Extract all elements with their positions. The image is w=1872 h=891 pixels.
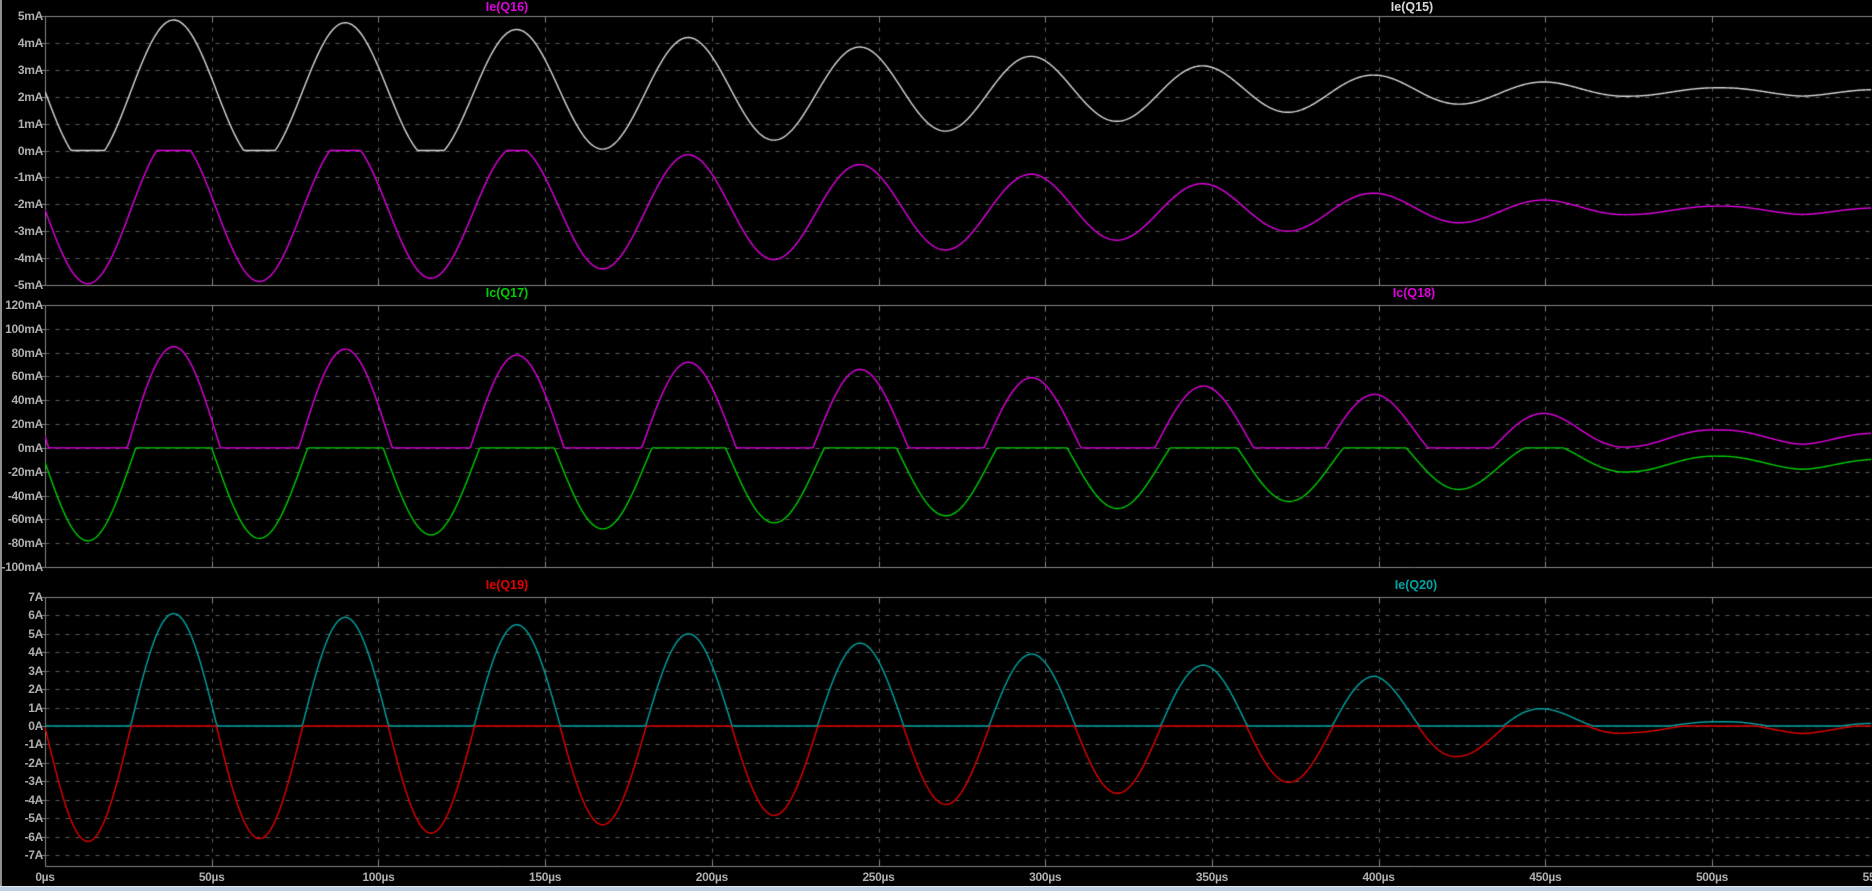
y-tick-label: 6A (28, 608, 43, 623)
y-tick-label: 40mA (11, 393, 44, 408)
y-tick-label: -5mA (14, 278, 43, 292)
y-tick-label: -60mA (7, 512, 43, 527)
y-tick-label: 3A (28, 663, 43, 678)
y-tick-label: -1mA (14, 170, 43, 185)
window-left-edge (0, 0, 2, 891)
y-tick-label: 0A (28, 719, 43, 733)
y-tick-label: -4A (24, 792, 44, 807)
y-axis-pane-1[interactable]: 5mA 4mA 3mA 2mA 1mA 0mA -1mA -2mA -3mA -4mA -5mA (0, 9, 44, 292)
x-tick-label: 0µs (35, 870, 55, 884)
y-axis-pane-2[interactable]: 120mA 100mA 80mA 60mA 40mA 20mA 0mA -20mA -40mA -… (0, 298, 44, 574)
y-tick-label: 7A (28, 590, 43, 604)
y-tick-label: 1A (28, 700, 43, 715)
y-tick-label: -40mA (7, 488, 43, 503)
y-tick-label: -4mA (14, 251, 43, 266)
trace-label-ic-q17[interactable]: Ic(Q17) (486, 286, 528, 300)
x-tick-label: 50µs (198, 870, 225, 884)
trace-label-ie-q16[interactable]: Ie(Q16) (486, 0, 528, 14)
trace-label-ic-q18[interactable]: Ic(Q18) (1393, 286, 1435, 300)
x-tick-label: 350µs (1195, 870, 1228, 884)
y-tick-label: 5A (28, 626, 43, 641)
x-tick-label: 100µs (362, 870, 395, 884)
y-tick-label: -2mA (14, 197, 43, 212)
y-tick-label: 100mA (5, 321, 43, 336)
x-tick-label: 300µs (1029, 870, 1062, 884)
y-tick-label: 80mA (11, 345, 44, 360)
y-tick-label: -80mA (7, 536, 43, 551)
y-tick-label: -1A (24, 737, 44, 752)
trace-label-ie-q19[interactable]: Ie(Q19) (486, 578, 528, 592)
y-tick-label: -7A (24, 848, 44, 862)
trace-label-ie-q20[interactable]: Ie(Q20) (1395, 578, 1437, 592)
y-tick-label: -3A (24, 774, 44, 789)
x-tick-label: 400µs (1362, 870, 1395, 884)
y-tick-label: -20mA (7, 464, 43, 479)
x-tick-label: 500µs (1695, 870, 1729, 884)
y-tick-label: 1mA (17, 116, 43, 131)
y-tick-label: 4mA (17, 35, 43, 50)
x-tick-label: 250µs (862, 870, 895, 884)
y-tick-label: 20mA (11, 417, 44, 432)
y-tick-label: 60mA (11, 369, 44, 384)
y-tick-label: 2A (28, 682, 43, 697)
x-tick-label: 150µs (529, 870, 562, 884)
y-axis-pane-3[interactable]: 7A 6A 5A 4A 3A 2A 1A 0A -1A -2A -3A -4A -5A -6A -7A (0, 590, 44, 866)
y-tick-label: 2mA (17, 89, 43, 104)
y-tick-label: -5A (24, 811, 44, 826)
x-axis[interactable]: 0µs 50µs 100µs 150µs 200µs 250µs 300µs 350µs 400… (0, 868, 1872, 887)
window-bottom-strip (0, 886, 1872, 891)
y-tick-label: -6A (24, 829, 44, 844)
y-tick-label: 120mA (5, 298, 43, 312)
y-tick-label: -2A (24, 755, 44, 770)
y-tick-label: 0mA (17, 143, 43, 158)
y-tick-label: 0mA (17, 440, 43, 455)
y-tick-label: -3mA (14, 224, 43, 239)
y-tick-label: 3mA (17, 62, 43, 77)
y-tick-label: -100mA (1, 560, 43, 574)
ltspice-waveform-viewer: Ie(Q16) Ie(Q15) Ic(Q17) Ic(Q18) Ie(Q19) … (0, 0, 1872, 891)
x-tick-label: 200µs (695, 870, 728, 884)
trace-label-ie-q15[interactable]: Ie(Q15) (1391, 0, 1433, 14)
x-tick-label: 450µs (1529, 870, 1562, 884)
y-tick-label: 5mA (17, 9, 43, 23)
waveform-plot-canvas[interactable] (0, 0, 1872, 891)
y-tick-label: 4A (28, 645, 43, 660)
x-tick-label: 550µs (1862, 870, 1872, 884)
